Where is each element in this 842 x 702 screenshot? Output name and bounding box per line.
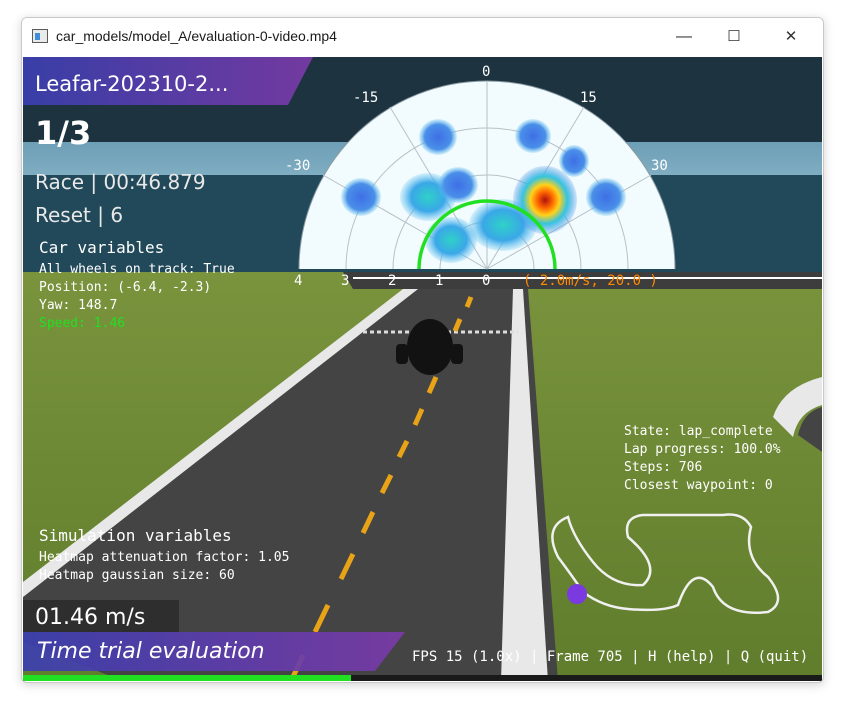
racer-name: Leafar-202310-2... — [35, 72, 229, 96]
lap-progress-text: Lap progress: 100.0% — [624, 442, 781, 457]
action-label: ( 2.0m/s, 20.0 ) — [523, 273, 658, 289]
angle-label-15: 15 — [580, 90, 597, 106]
minimize-button[interactable]: — — [661, 18, 707, 56]
angle-label-neg15: -15 — [353, 90, 379, 106]
app-icon — [32, 29, 48, 43]
lap-progress-bar — [23, 675, 822, 681]
speed-display: 01.46 m/s — [35, 605, 146, 630]
heatmap-gaussian: Heatmap gaussian size: 60 — [39, 568, 235, 583]
car-position: Position: (-6.4, -2.3) — [39, 280, 212, 295]
car-speed: Speed: 1.46 — [39, 316, 126, 331]
maximize-button[interactable]: ☐ — [711, 18, 757, 56]
lap-progress-fill — [23, 675, 351, 681]
car-variables-header: Car variables — [39, 238, 165, 257]
radius-label-2: 2 — [388, 273, 397, 289]
window-title: car_models/model_A/evaluation-0-video.mp… — [56, 28, 337, 44]
radius-label-3: 3 — [341, 273, 350, 289]
reset-count: Reset | 6 — [35, 203, 124, 227]
close-button[interactable]: ✕ — [768, 18, 814, 56]
simulation-variables-header: Simulation variables — [39, 526, 232, 545]
race-time: Race | 00:46.879 — [35, 170, 206, 194]
car-yaw: Yaw: 148.7 — [39, 298, 118, 313]
video-frame[interactable]: Leafar-202310-2... 1/3 Race | 00:46.879 … — [23, 57, 822, 681]
car-marker — [567, 584, 587, 604]
closest-waypoint-text: Closest waypoint: 0 — [624, 478, 773, 493]
title-bar[interactable]: car_models/model_A/evaluation-0-video.mp… — [22, 18, 823, 56]
heatmap-attenuation: Heatmap attenuation factor: 1.05 — [39, 550, 290, 565]
video-window: car_models/model_A/evaluation-0-video.mp… — [21, 17, 824, 683]
state-text: State: lap_complete — [624, 424, 773, 439]
radius-label-1: 1 — [435, 273, 444, 289]
angle-label-neg30: -30 — [285, 158, 311, 174]
footer-status: FPS 15 (1.0x) | Frame 705 | H (help) | Q… — [412, 649, 809, 665]
radius-label-4: 4 — [294, 273, 303, 289]
mode-label: Time trial evaluation — [37, 639, 265, 664]
radius-label-0: 0 — [482, 273, 491, 289]
steps-text: Steps: 706 — [624, 460, 703, 475]
scene-render — [23, 57, 822, 681]
wheels-on-track: All wheels on track: True — [39, 262, 235, 277]
lap-counter: 1/3 — [35, 114, 92, 152]
angle-label-30: 30 — [651, 158, 668, 174]
angle-label-0: 0 — [482, 64, 491, 80]
